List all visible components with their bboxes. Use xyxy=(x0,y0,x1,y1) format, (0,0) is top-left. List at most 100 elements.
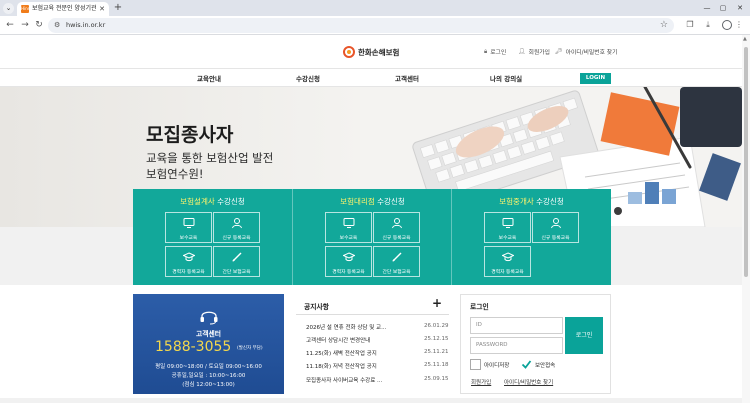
notice-item-date: 25.09.15 xyxy=(424,376,449,382)
course-panels: 보험설계사 수강신청 보수교육 신규 등록교육 경력자 등록교육 간단 보험교육… xyxy=(133,189,611,285)
panel-button-label: 보수교육 xyxy=(339,236,358,241)
tab-search-icon[interactable]: ⌄ xyxy=(3,3,14,14)
panel-title-highlight: 보험대리점 xyxy=(340,197,375,206)
panel-title: 보험대리점 수강신청 xyxy=(293,196,452,207)
browser-toolbar: ← → ↻ ⚙ hwis.in.or.kr ☆ ❐ ⤓ ⋮ xyxy=(0,16,750,35)
key-icon: 🔑︎ xyxy=(555,48,563,55)
notice-item[interactable]: 11.25(화) 새벽 전산작업 공지 25.11.21 xyxy=(306,349,449,359)
panel-button-label: 신규 등록교육 xyxy=(222,236,251,241)
site-header: 한화손해보험 🔒︎ 로그인 👤︎ 회원가입 🔑︎ 아이디/비밀번호 찾기 xyxy=(0,35,742,68)
notice-divider xyxy=(296,314,449,315)
util-login-link[interactable]: 🔒︎ 로그인 xyxy=(484,47,506,57)
hero-subtitle-line2: 보험연수원! xyxy=(146,167,204,181)
notice-item[interactable]: 고객센터 상담시간 변경안내 25.12.15 xyxy=(306,336,449,346)
panel-button-label: 간단 보험교육 xyxy=(222,270,251,275)
logo-text: 한화손해보험 xyxy=(358,47,400,57)
maximize-icon[interactable]: ▢ xyxy=(716,2,730,14)
graduation-cap-icon xyxy=(183,252,195,262)
browser-tab[interactable]: Hins 보험교육 전문인 양성기관 보험... ✕ xyxy=(17,2,109,16)
site-info-icon[interactable]: ⚙ xyxy=(54,20,60,31)
scroll-thumb[interactable] xyxy=(744,47,748,277)
notice-item[interactable]: 모집종사자 사이버교육 수강료 ... 25.09.15 xyxy=(306,376,449,386)
password-input[interactable]: PASSWORD xyxy=(470,337,563,354)
notice-item-date: 25.11.21 xyxy=(424,349,449,355)
find-account-link[interactable]: 아이디/비밀번호 찾기 xyxy=(504,378,553,386)
notice-board: 공지사항 + 2026년 설 연휴 전화 상담 및 교... 26.01.29 … xyxy=(296,294,449,394)
notice-item-date: 25.12.15 xyxy=(424,336,449,342)
panel-title-highlight: 보험중개사 xyxy=(499,197,534,206)
forward-icon[interactable]: → xyxy=(19,19,31,31)
checkmark-icon xyxy=(521,360,532,369)
nav-item-enroll[interactable]: 수강신청 xyxy=(296,73,320,83)
secure-login-checkbox[interactable] xyxy=(521,359,532,370)
panel-button-simple[interactable]: 간단 보험교육 xyxy=(213,246,260,277)
notice-item-text: 고객센터 상담시간 변경안내 xyxy=(306,338,371,344)
hero-title: 모집종사자 xyxy=(146,124,234,146)
customer-center-card: 고객센터 1588-3055 (발신자 부담) 평일 09:00~18:00 /… xyxy=(133,294,284,394)
login-nav-button[interactable]: LOGIN xyxy=(580,73,611,84)
notice-more-button[interactable]: + xyxy=(432,296,442,310)
monitor-icon xyxy=(343,218,355,228)
favicon-icon: Hins xyxy=(21,5,30,13)
save-id-checkbox[interactable] xyxy=(470,359,481,370)
panel-button-refresher[interactable]: 보수교육 xyxy=(165,212,212,243)
notice-item[interactable]: 2026년 설 연휴 전화 상담 및 교... 26.01.29 xyxy=(306,323,449,333)
window-close-icon[interactable]: ✕ xyxy=(733,2,747,14)
panel-button-label: 경력자 등록교육 xyxy=(172,270,205,275)
panel-button-new-registration[interactable]: 신규 등록교육 xyxy=(532,212,579,243)
id-input[interactable]: ID xyxy=(470,317,563,334)
notice-item[interactable]: 11.18(화) 저녁 전산작업 공지 25.11.18 xyxy=(306,362,449,372)
login-box: 로그인 ID PASSWORD 로그인 아이디저장 보안접속 회원가입 아이디/… xyxy=(460,294,611,394)
address-bar[interactable]: ⚙ hwis.in.or.kr ☆ xyxy=(48,18,674,33)
panel-title-highlight: 보험설계사 xyxy=(180,197,215,206)
nav-item-my-classroom[interactable]: 나의 강의실 xyxy=(490,73,522,83)
hero-subtitle-line1: 교육을 통한 보험산업 발전 xyxy=(146,151,274,165)
minimize-icon[interactable]: — xyxy=(700,2,714,14)
tab-close-icon[interactable]: ✕ xyxy=(99,4,105,14)
person-icon xyxy=(551,218,561,229)
panel-agency: 보험대리점 수강신청 보수교육 신규 등록교육 경력자 등록교육 간단 보험교육 xyxy=(292,189,451,285)
bookmark-star-icon[interactable]: ☆ xyxy=(660,19,668,32)
login-submit-button[interactable]: 로그인 xyxy=(565,317,603,354)
panel-planner: 보험설계사 수강신청 보수교육 신규 등록교육 경력자 등록교육 간단 보험교육 xyxy=(133,189,292,285)
panel-button-experienced[interactable]: 경력자 등록교육 xyxy=(325,246,372,277)
downloads-icon[interactable]: ⤓ xyxy=(702,19,714,31)
nav-item-education[interactable]: 교육안내 xyxy=(197,73,221,83)
login-title: 로그인 xyxy=(470,303,489,311)
browser-tab-bar: ⌄ Hins 보험교육 전문인 양성기관 보험... ✕ + — ▢ ✕ xyxy=(0,0,750,16)
panel-button-new-registration[interactable]: 신규 등록교육 xyxy=(373,212,420,243)
notice-item-text: 11.18(화) 저녁 전산작업 공지 xyxy=(306,364,377,370)
panel-button-refresher[interactable]: 보수교육 xyxy=(325,212,372,243)
util-signup-label: 회원가입 xyxy=(528,50,550,56)
hours-line-1: 평일 09:00~18:00 / 토요일 09:00~16:00 xyxy=(155,364,262,370)
panel-button-label: 간단 보험교육 xyxy=(382,270,411,275)
nav-item-support[interactable]: 고객센터 xyxy=(395,73,419,83)
scroll-up-icon[interactable]: ▲ xyxy=(743,36,747,42)
user-icon: 👤︎ xyxy=(518,48,526,55)
signup-link[interactable]: 회원가입 xyxy=(471,378,491,386)
customer-center-phone[interactable]: 1588-3055 xyxy=(155,339,231,355)
new-tab-icon[interactable]: + xyxy=(112,2,124,14)
util-find-link[interactable]: 🔑︎ 아이디/비밀번호 찾기 xyxy=(555,47,617,56)
panel-button-new-registration[interactable]: 신규 등록교육 xyxy=(213,212,260,243)
browser-menu-icon[interactable]: ⋮ xyxy=(735,19,743,31)
notice-item-date: 26.01.29 xyxy=(424,323,449,329)
panel-button-simple[interactable]: 간단 보험교육 xyxy=(373,246,420,277)
pen-icon xyxy=(232,252,242,262)
panel-button-label: 경력자 등록교육 xyxy=(491,270,524,275)
panel-button-refresher[interactable]: 보수교육 xyxy=(484,212,531,243)
util-signup-link[interactable]: 👤︎ 회원가입 xyxy=(518,47,550,56)
hours-line-3: (점심 12:00~13:00) xyxy=(182,382,235,388)
site-logo[interactable]: 한화손해보험 xyxy=(343,45,399,59)
panel-button-label: 보수교육 xyxy=(179,236,198,241)
panel-button-experienced[interactable]: 경력자 등록교육 xyxy=(484,246,531,277)
back-icon[interactable]: ← xyxy=(4,19,16,31)
profile-avatar-icon[interactable] xyxy=(722,20,732,30)
extensions-icon[interactable]: ❐ xyxy=(684,19,696,31)
reload-icon[interactable]: ↻ xyxy=(33,19,45,31)
main-navigation: 교육안내 수강신청 고객센터 나의 강의실 LOGIN xyxy=(0,68,742,87)
panel-title: 보험중개사 수강신청 xyxy=(452,196,611,207)
panel-title-rest: 수강신청 xyxy=(374,197,405,206)
panel-button-experienced[interactable]: 경력자 등록교육 xyxy=(165,246,212,277)
page-scrollbar[interactable]: ▲ xyxy=(742,35,750,403)
